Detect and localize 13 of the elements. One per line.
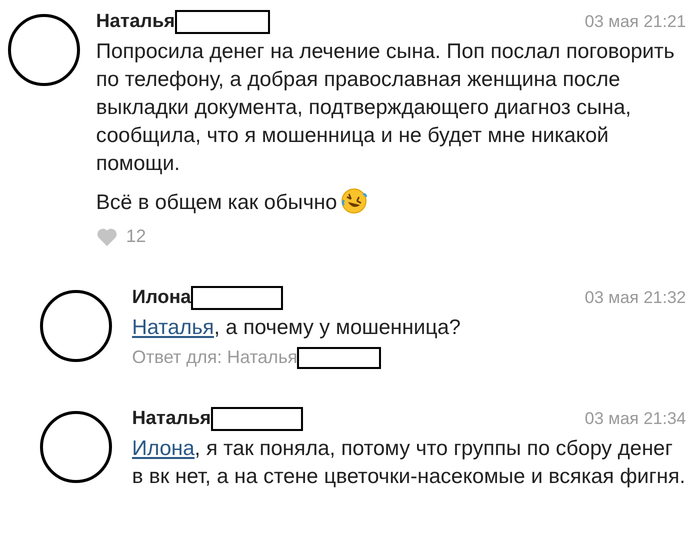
- mention-link[interactable]: Илона: [132, 437, 195, 460]
- author-name[interactable]: Наталья: [96, 8, 175, 36]
- comment-text: Илона, я так поняла, потому что группы по сбору денег в вк нет, а на стене цветочки-насекомые и всякая фигня.: [132, 436, 686, 490]
- comment-date: 03 мая 21:21: [584, 11, 686, 34]
- comment-text: Наталья, а почему у мошенница?: [132, 315, 462, 341]
- author-name[interactable]: Илона: [132, 284, 192, 312]
- author-name[interactable]: Наталья: [132, 404, 211, 434]
- comment-text: Попросила денег на лечение сына. Поп послал поговорить по телефону, а добрая православная женщина после выкладки документа, подтверждающего диагноз сына, сообщила, что я мошенница и не будет мне никакой помощи.: [96, 39, 676, 177]
- mention-link[interactable]: Наталья: [132, 316, 214, 339]
- comment-date: 03 мая 21:34: [584, 408, 686, 430]
- like-count: 12: [126, 225, 146, 248]
- comment-text: Всё в общем как обычно: [96, 188, 686, 217]
- comment-date: 03 мая 21:32: [584, 287, 686, 310]
